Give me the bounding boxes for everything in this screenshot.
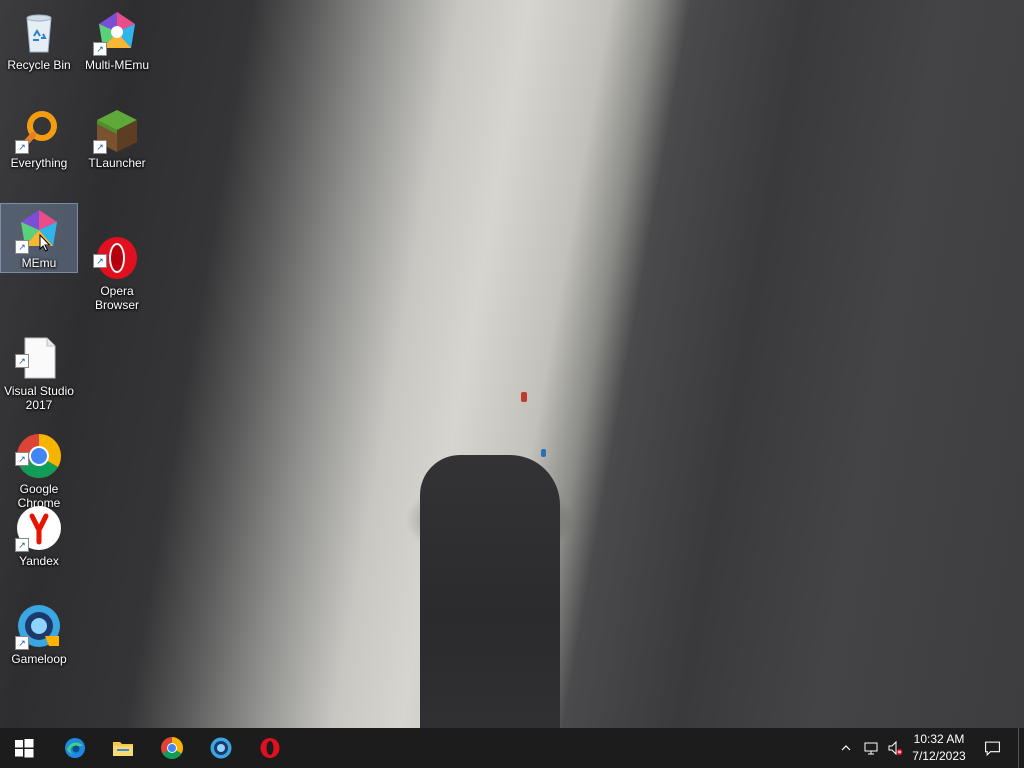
- chevron-up-icon: [841, 745, 851, 751]
- start-button[interactable]: [0, 728, 48, 768]
- yandex-icon: ↗: [15, 504, 63, 552]
- wallpaper-climber: [541, 449, 546, 457]
- desktop-icon-chrome[interactable]: ↗ Google Chrome: [1, 398, 77, 510]
- shortcut-arrow-icon: ↗: [15, 240, 29, 254]
- network-icon: [864, 742, 878, 755]
- shortcut-arrow-icon: ↗: [93, 42, 107, 56]
- desktop-icon-label: TLauncher: [88, 156, 146, 170]
- desktop-icon-visual-studio[interactable]: ↗ Visual Studio 2017: [1, 300, 77, 412]
- shortcut-arrow-icon: ↗: [93, 254, 107, 268]
- taskbar-chrome[interactable]: [148, 728, 196, 768]
- show-hidden-icons-button[interactable]: [836, 728, 856, 768]
- desktop-icon-gameloop[interactable]: ↗ Gameloop: [1, 596, 77, 668]
- taskbar-file-explorer[interactable]: [99, 728, 147, 768]
- desktop-icon-label: MEmu: [21, 256, 57, 270]
- action-center-button[interactable]: [980, 728, 1004, 768]
- shortcut-arrow-icon: ↗: [15, 636, 29, 650]
- desktop-icon-opera[interactable]: ↗ Opera Browser: [79, 200, 155, 312]
- volume-button[interactable]: [884, 728, 906, 768]
- network-button[interactable]: [860, 728, 882, 768]
- blank-file-icon: ↗: [15, 320, 63, 379]
- desktop-icon-label: Yandex: [19, 554, 59, 568]
- desktop-icon-multi-memu[interactable]: ↗ Multi-MEmu: [79, 2, 155, 74]
- shortcut-arrow-icon: ↗: [15, 538, 29, 552]
- shortcut-arrow-icon: ↗: [93, 140, 107, 154]
- desktop-icon-label: Multi-MEmu: [84, 58, 149, 72]
- action-center-icon: [984, 741, 1000, 756]
- desktop-icon-recycle-bin[interactable]: Recycle Bin: [1, 2, 77, 74]
- wallpaper-climber: [521, 392, 527, 402]
- show-desktop-button[interactable]: [1018, 728, 1019, 768]
- shortcut-arrow-icon: ↗: [15, 452, 29, 466]
- clock-date: 7/12/2023: [912, 749, 966, 763]
- everything-search-icon: ↗: [15, 106, 63, 154]
- taskbar-opera[interactable]: [246, 728, 294, 768]
- taskbar-edge[interactable]: [51, 728, 99, 768]
- chrome-icon: ↗: [15, 418, 63, 478]
- opera-icon: ↗: [93, 220, 141, 279]
- taskbar-gameloop[interactable]: [197, 728, 245, 768]
- desktop-icon-label: Everything: [10, 156, 68, 170]
- gameloop-icon: [210, 737, 232, 759]
- recycle-bin-icon: [15, 8, 63, 56]
- clock[interactable]: 10:32 AM 7/12/2023: [905, 731, 973, 765]
- mouse-cursor-icon: [39, 234, 51, 252]
- shortcut-arrow-icon: ↗: [15, 354, 29, 368]
- desktop-icon-everything[interactable]: ↗ Everything: [1, 100, 77, 172]
- desktop-icon-yandex[interactable]: ↗ Yandex: [1, 498, 77, 570]
- opera-icon: [260, 738, 280, 758]
- wallpaper-rock: [420, 455, 560, 728]
- desktop-icon-label: Gameloop: [11, 652, 67, 666]
- chrome-icon: [161, 737, 183, 759]
- shortcut-arrow-icon: ↗: [15, 140, 29, 154]
- file-explorer-icon: [113, 742, 133, 756]
- taskbar: 10:32 AM 7/12/2023: [0, 728, 1024, 768]
- edge-icon: [65, 738, 85, 758]
- multi-memu-icon: ↗: [93, 8, 141, 56]
- gameloop-icon: ↗: [15, 602, 63, 650]
- desktop-icon-label: Opera Browser: [94, 284, 139, 312]
- volume-muted-icon: [888, 740, 903, 756]
- start-icon: [15, 739, 34, 758]
- desktop-icon-tlauncher[interactable]: ↗ TLauncher: [79, 100, 155, 172]
- desktop-icon-label: Recycle Bin: [7, 58, 71, 72]
- tlauncher-icon: ↗: [93, 106, 141, 154]
- clock-time: 10:32 AM: [913, 732, 965, 746]
